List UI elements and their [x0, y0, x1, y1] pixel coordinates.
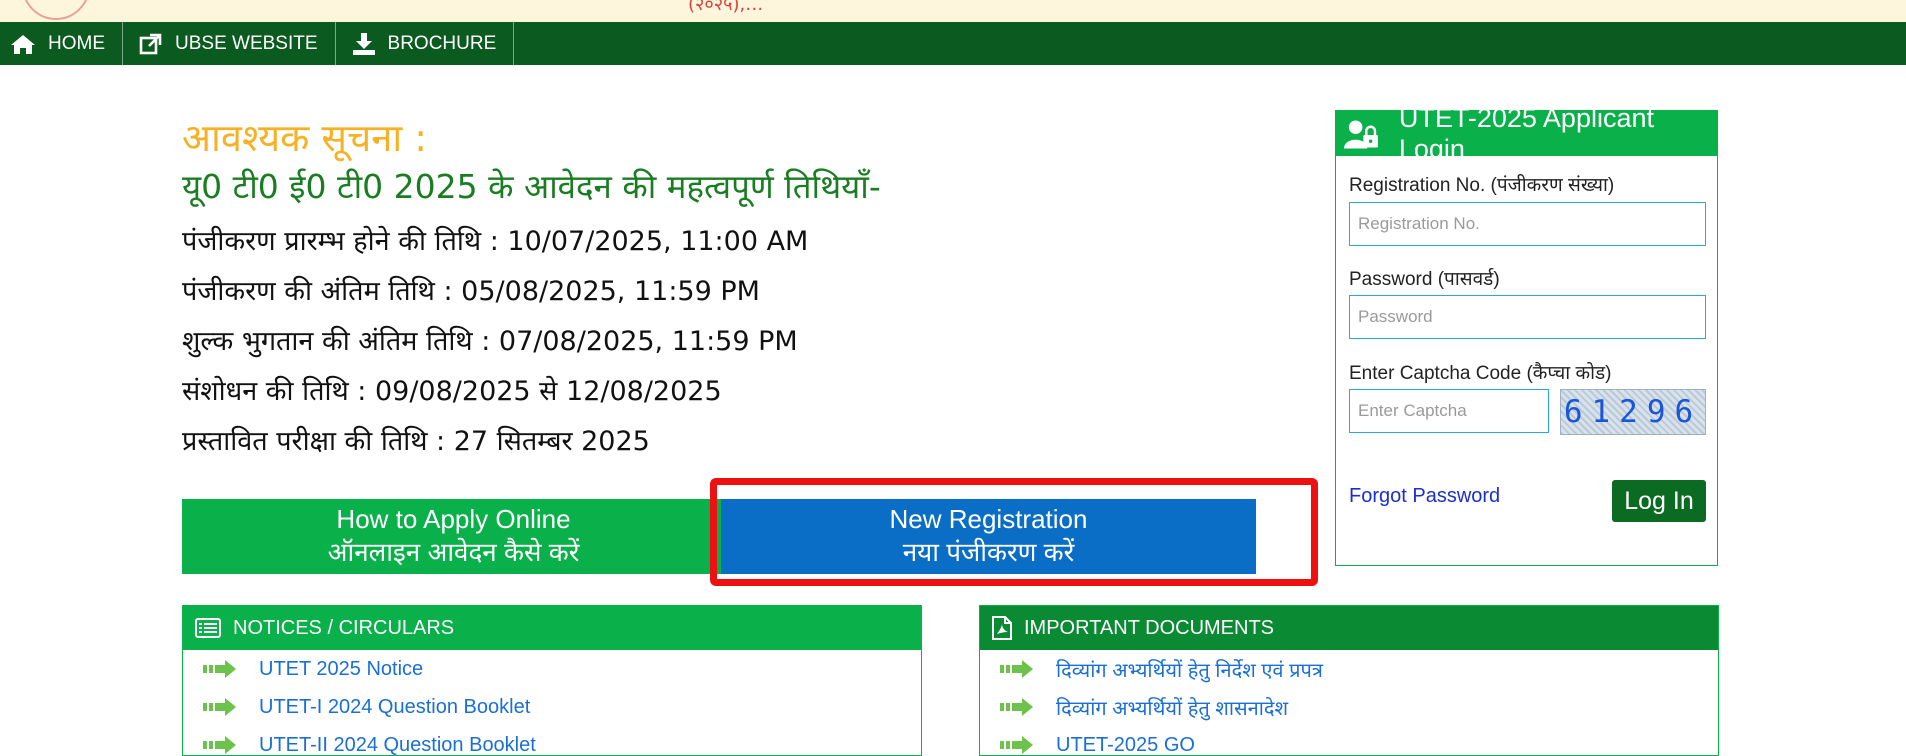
header-title-fragment: (२०२५),… — [688, 0, 764, 15]
captcha-input[interactable] — [1349, 389, 1549, 433]
document-item-label: UTET-2025 GO — [1056, 733, 1195, 756]
documents-list: दिव्यांग अभ्यर्थियों हेतु निर्देश एवं प्… — [980, 650, 1718, 756]
notice-item-label: UTET 2025 Notice — [259, 657, 424, 680]
how-to-apply-label-hi: ऑनलाइन आवेदन कैसे करें — [327, 537, 580, 567]
login-title: UTET-2025 Applicant Login — [1398, 102, 1654, 164]
nav-brochure[interactable]: BROCHURE — [336, 22, 515, 65]
nav-home-label: HOME — [48, 32, 105, 54]
date-line-correction: संशोधन की तिथि : 09/08/2025 से 12/08/202… — [182, 376, 722, 407]
new-registration-button[interactable]: New Registration नया पंजीकरण करें — [721, 499, 1256, 574]
registration-label: Registration No. (पंजीकरण संख्या) — [1349, 175, 1615, 196]
nav-brochure-label: BROCHURE — [387, 32, 497, 54]
date-line-registration-start: पंजीकरण प्रारम्भ होने की तिथि : 10/07/20… — [182, 226, 809, 257]
document-item-pwd-instructions[interactable]: दिव्यांग अभ्यर्थियों हेतु निर्देश एवं प्… — [980, 650, 1718, 688]
arrow-right-icon — [1000, 736, 1033, 754]
header-strip: (२०२५),… — [0, 0, 1906, 22]
login-panel-header: UTET-2025 Applicant Login — [1336, 103, 1717, 164]
notice-item-label: UTET-II 2024 Question Booklet — [259, 733, 536, 756]
how-to-apply-button[interactable]: How to Apply Online ऑनलाइन आवेदन कैसे कर… — [182, 499, 725, 574]
documents-title: IMPORTANT DOCUMENTS — [1024, 616, 1275, 639]
list-icon — [195, 618, 221, 638]
document-item-label: दिव्यांग अभ्यर्थियों हेतु निर्देश एवं प्… — [1056, 659, 1323, 682]
external-link-icon — [139, 33, 162, 54]
notice-item-utet-2025-notice[interactable]: UTET 2025 Notice — [183, 650, 921, 688]
documents-panel-header: IMPORTANT DOCUMENTS — [980, 606, 1718, 650]
home-icon — [11, 34, 35, 54]
registration-input[interactable] — [1349, 202, 1706, 246]
notice-item-utet-i-booklet[interactable]: UTET-I 2024 Question Booklet — [183, 688, 921, 726]
arrow-right-icon — [203, 736, 236, 754]
notice-subtitle: यू0 टी0 ई0 टी0 2025 के आवेदन की महत्वपूर… — [182, 167, 881, 206]
new-registration-label-hi: नया पंजीकरण करें — [902, 537, 1075, 567]
captcha-label: Enter Captcha Code (कैप्चा कोड) — [1349, 363, 1612, 384]
date-line-fee-payment: शुल्क भुगतान की अंतिम तिथि : 07/08/2025,… — [182, 326, 798, 357]
nav-home[interactable]: HOME — [0, 22, 123, 65]
date-line-exam: प्रस्तावित परीक्षा की तिथि : 27 सितम्बर … — [182, 426, 650, 457]
document-item-pwd-go[interactable]: दिव्यांग अभ्यर्थियों हेतु शासनादेश — [980, 688, 1718, 726]
notice-item-label: UTET-I 2024 Question Booklet — [259, 695, 531, 718]
download-icon — [352, 32, 375, 55]
forgot-password-link[interactable]: Forgot Password — [1349, 485, 1500, 508]
pdf-file-icon — [992, 616, 1012, 640]
notices-panel: NOTICES / CIRCULARS UTET 2025 Notice UTE… — [182, 605, 922, 756]
new-registration-label-en: New Registration — [889, 504, 1088, 534]
notice-item-utet-ii-booklet[interactable]: UTET-II 2024 Question Booklet — [183, 726, 921, 756]
notices-list: UTET 2025 Notice UTET-I 2024 Question Bo… — [183, 650, 921, 756]
how-to-apply-label-en: How to Apply Online — [336, 504, 571, 534]
login-button[interactable]: Log In — [1612, 480, 1706, 522]
logo-emblem-icon — [22, 0, 90, 20]
nav-ubse-website[interactable]: UBSE WEBSITE — [123, 22, 336, 65]
top-navbar: HOME UBSE WEBSITE BROCHURE — [0, 22, 1906, 65]
user-lock-icon — [1344, 119, 1378, 149]
document-item-label: दिव्यांग अभ्यर्थियों हेतु शासनादेश — [1056, 697, 1289, 720]
arrow-right-icon — [203, 698, 236, 716]
arrow-right-icon — [1000, 698, 1033, 716]
documents-panel: IMPORTANT DOCUMENTS दिव्यांग अभ्यर्थियों… — [979, 605, 1719, 756]
notice-title: आवश्यक सूचना : — [182, 116, 428, 160]
nav-ubse-label: UBSE WEBSITE — [175, 32, 318, 54]
arrow-right-icon — [1000, 660, 1033, 678]
notices-title: NOTICES / CIRCULARS — [233, 616, 455, 639]
date-line-registration-end: पंजीकरण की अंतिम तिथि : 05/08/2025, 11:5… — [182, 276, 760, 307]
password-label: Password (पासवर्ड) — [1349, 269, 1500, 290]
captcha-image: 61296 — [1560, 389, 1706, 435]
arrow-right-icon — [203, 660, 236, 678]
document-item-utet-2025-go[interactable]: UTET-2025 GO — [980, 726, 1718, 756]
password-input[interactable] — [1349, 295, 1706, 339]
login-panel: UTET-2025 Applicant Login Registration N… — [1335, 103, 1718, 566]
notices-panel-header: NOTICES / CIRCULARS — [183, 606, 921, 650]
